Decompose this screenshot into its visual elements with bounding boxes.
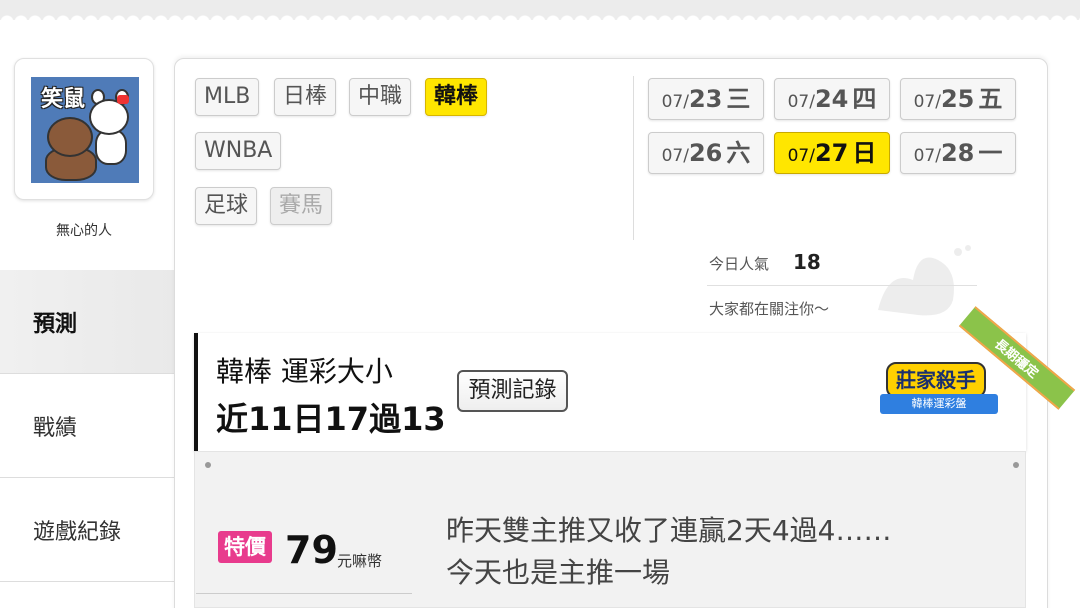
popularity-label: 今日人氣 bbox=[709, 255, 770, 273]
date-chip[interactable]: 07/28 一 bbox=[900, 132, 1016, 174]
avatar-bunny-head bbox=[89, 99, 129, 135]
offer-description: 昨天雙主推又收了連贏2天4過4…… 今天也是主推一場 bbox=[446, 510, 891, 594]
price-value: 79 bbox=[285, 528, 338, 572]
offer-description-line: 昨天雙主推又收了連贏2天4過4…… bbox=[446, 514, 892, 547]
avatar: 笑鼠 bbox=[31, 77, 139, 183]
date-weekday: 五 bbox=[978, 85, 1003, 113]
nav-item-label: 遊戲紀錄 bbox=[33, 519, 122, 545]
divider bbox=[196, 593, 412, 594]
nav-item-game-log[interactable]: 遊戲紀錄 bbox=[0, 478, 174, 582]
date-day: 26 bbox=[688, 139, 723, 167]
date-month: 07/ bbox=[787, 146, 815, 166]
date-chip[interactable]: 07/26 六 bbox=[648, 132, 764, 174]
corner-dot bbox=[205, 462, 211, 468]
prediction-history-button[interactable]: 預測記錄 bbox=[457, 370, 568, 412]
avatar-caption: 笑鼠 bbox=[41, 87, 86, 112]
league-chip-kbo[interactable]: 韓棒 bbox=[425, 78, 488, 116]
date-weekday: 日 bbox=[852, 139, 877, 167]
nickname: 無心的人 bbox=[56, 223, 112, 239]
banker-killer-badge: 莊家殺手 韓棒運彩盤 bbox=[880, 350, 998, 422]
divider bbox=[707, 285, 977, 286]
date-day: 23 bbox=[688, 85, 723, 113]
date-month: 07/ bbox=[787, 92, 815, 112]
left-nav: 預測 戰績 遊戲紀錄 bbox=[0, 270, 174, 582]
date-day: 24 bbox=[814, 85, 849, 113]
date-month: 07/ bbox=[661, 92, 689, 112]
date-chip[interactable]: 07/24 四 bbox=[774, 78, 890, 120]
avatar-bunny-bow bbox=[117, 95, 129, 104]
date-month: 07/ bbox=[661, 146, 689, 166]
prediction-title: 韓棒 運彩大小 bbox=[216, 355, 393, 388]
league-chip-wnba[interactable]: WNBA bbox=[195, 132, 282, 170]
date-chip[interactable]: 07/23 三 bbox=[648, 78, 764, 120]
date-weekday: 六 bbox=[726, 139, 751, 167]
badge-title: 莊家殺手 bbox=[886, 362, 986, 398]
date-weekday: 一 bbox=[978, 139, 1003, 167]
badge-subtitle: 韓棒運彩盤 bbox=[880, 394, 998, 414]
date-day: 27 bbox=[814, 139, 849, 167]
nav-item-label: 預測 bbox=[33, 311, 78, 337]
league-chip-mlb[interactable]: MLB bbox=[195, 78, 260, 116]
page-top-edge bbox=[0, 0, 1080, 22]
league-chip-soccer[interactable]: 足球 bbox=[195, 187, 258, 225]
league-chip-horse[interactable]: 賽馬 bbox=[270, 187, 333, 225]
nav-item-predict[interactable]: 預測 bbox=[0, 270, 174, 374]
date-chip[interactable]: 07/25 五 bbox=[900, 78, 1016, 120]
date-weekday: 四 bbox=[852, 85, 877, 113]
corner-dot bbox=[1013, 462, 1019, 468]
date-chip-selected[interactable]: 07/27 日 bbox=[774, 132, 890, 174]
avatar-bear-head bbox=[47, 117, 93, 157]
price-unit: 元嘛幣 bbox=[337, 552, 383, 570]
divider bbox=[633, 76, 634, 240]
date-day: 28 bbox=[940, 139, 975, 167]
prediction-record: 近11日17過13 bbox=[216, 400, 446, 438]
league-chip-npb[interactable]: 日棒 bbox=[274, 78, 337, 116]
nav-item-label: 戰績 bbox=[33, 415, 78, 441]
avatar-card[interactable]: 笑鼠 bbox=[14, 58, 154, 200]
date-weekday: 三 bbox=[726, 85, 751, 113]
popularity-subtitle: 大家都在關注你〜 bbox=[709, 300, 830, 318]
mascot-watermark-icon bbox=[878, 245, 971, 316]
date-day: 25 bbox=[940, 85, 975, 113]
nav-item-record[interactable]: 戰績 bbox=[0, 374, 174, 478]
date-month: 07/ bbox=[913, 92, 941, 112]
popularity-value: 18 bbox=[793, 250, 821, 274]
offer-description-line: 今天也是主推一場 bbox=[446, 556, 671, 589]
league-chip-cpbl[interactable]: 中職 bbox=[349, 78, 412, 116]
date-month: 07/ bbox=[913, 146, 941, 166]
sale-tag: 特價 bbox=[218, 531, 272, 563]
